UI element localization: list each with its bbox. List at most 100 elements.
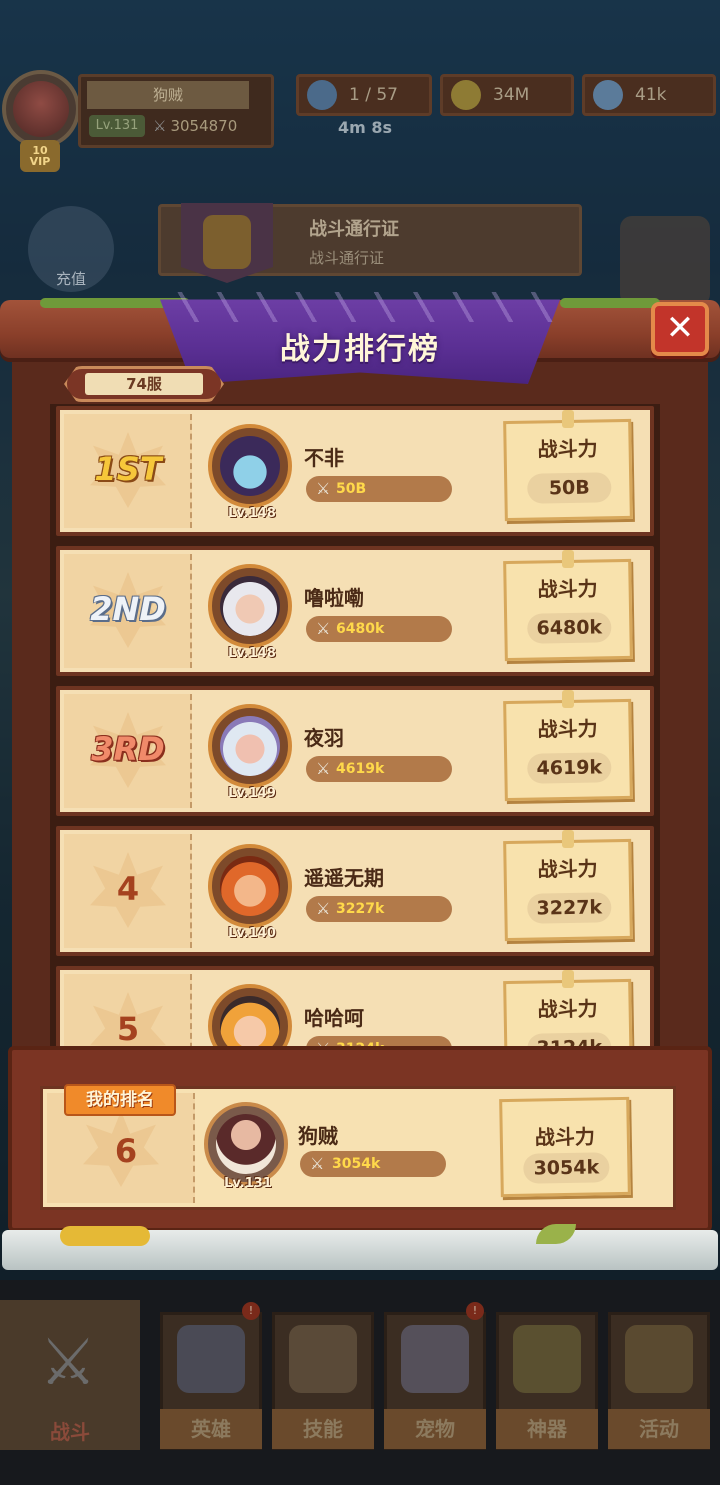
- power-pill-value: 4619k: [336, 761, 385, 777]
- power-card-value: 4619k: [527, 752, 612, 784]
- power-card: 战斗力 3227k: [503, 838, 633, 942]
- ranking-row[interactable]: 2ND Lv.148 噜啦嘞 ⚔ 6480k 战斗力 6480k: [56, 546, 654, 676]
- spellbook-icon: [289, 1325, 357, 1393]
- power-pill: ⚔ 4619k: [306, 756, 452, 782]
- sword-icon: ⚔: [316, 619, 331, 638]
- power-card-value: 3227k: [527, 892, 612, 924]
- hero-avatar[interactable]: [208, 984, 292, 1050]
- nav-artifacts[interactable]: 神器: [496, 1312, 598, 1450]
- player-plate: 狗贼 Lv.131 ⚔ 3054870: [78, 74, 274, 148]
- nav-pets-label: 宠物: [384, 1409, 486, 1449]
- my-level: Lv.131: [224, 1176, 272, 1191]
- nav-events-label: 活动: [608, 1409, 710, 1449]
- leaderboard-title: 战力排行榜: [280, 332, 440, 367]
- player-name: 夜羽: [304, 726, 344, 750]
- horn-icon: [625, 1325, 693, 1393]
- power-card-label: 战斗力: [537, 576, 598, 602]
- my-power-card: 战斗力 3054k: [499, 1096, 631, 1198]
- nav-pets[interactable]: 宠物: [384, 1312, 486, 1450]
- my-rank-tag: 我的排名: [64, 1084, 176, 1116]
- top-hud: 10 VIP 狗贼 Lv.131 ⚔ 3054870 1 / 57 34M 41k…: [0, 0, 720, 306]
- pin-icon: [562, 970, 574, 988]
- close-button[interactable]: ✕: [651, 302, 709, 356]
- notification-dot: !: [242, 1302, 260, 1320]
- nav-events[interactable]: 活动: [608, 1312, 710, 1450]
- coins-decoration: [60, 1226, 150, 1246]
- ranking-row[interactable]: 4 Lv.140 遥遥无期 ⚔ 3227k 战斗力 3227k: [56, 826, 654, 956]
- sword-icon: ⚔: [316, 899, 331, 918]
- banner-pattern: [160, 292, 560, 322]
- player-name: 遥遥无期: [304, 866, 384, 890]
- pin-icon: [562, 410, 574, 428]
- power-pill-value: 50B: [336, 481, 367, 497]
- battle-pass-banner[interactable]: 战斗通行证 战斗通行证: [158, 203, 582, 283]
- power-card: 战斗力 3124k: [503, 978, 633, 1050]
- battle-pass-title: 战斗通行证: [309, 219, 399, 240]
- ranking-row[interactable]: 3RD Lv.149 夜羽 ⚔ 4619k 战斗力 4619k: [56, 686, 654, 816]
- gem-value: 41k: [635, 85, 667, 105]
- rank-label: 2ND: [90, 590, 166, 628]
- nav-battle[interactable]: ⚔ 战斗: [0, 1300, 140, 1450]
- my-rank-number: 6: [114, 1132, 138, 1170]
- power-card: 战斗力 50B: [503, 418, 633, 522]
- rank-label: 1ST: [94, 450, 162, 488]
- power-card: 战斗力 4619k: [503, 698, 633, 802]
- power-card-value: 6480k: [527, 612, 612, 644]
- ranking-row[interactable]: 1ST Lv.148 不非 ⚔ 50B 战斗力 50B: [56, 406, 654, 536]
- power-pill-value: 6480k: [336, 621, 385, 637]
- sword-icon: ⚔: [310, 1154, 325, 1173]
- server-tag[interactable]: 74服: [64, 366, 224, 402]
- power-pill: ⚔ 6480k: [306, 616, 452, 642]
- power-card-label: 战斗力: [534, 1124, 596, 1150]
- hero-avatar[interactable]: [208, 704, 292, 788]
- sword-icon: ⚔: [153, 117, 167, 135]
- nav-battle-label: 战斗: [50, 1420, 90, 1444]
- player-level: Lv.148: [228, 646, 276, 661]
- player-level: Lv.149: [228, 786, 276, 801]
- power-card-label: 战斗力: [537, 436, 598, 462]
- vip-badge[interactable]: 10 VIP: [20, 140, 60, 172]
- rank-label: 3RD: [91, 730, 165, 768]
- power-pill: ⚔ 50B: [306, 476, 452, 502]
- ranking-row[interactable]: 5 哈哈呵 ⚔3124k 战斗力 3124k: [56, 966, 654, 1050]
- artifact-icon: [513, 1325, 581, 1393]
- player-avatar[interactable]: [2, 70, 80, 148]
- ranking-list[interactable]: 1ST Lv.148 不非 ⚔ 50B 战斗力 50B 2ND Lv.148 噜啦…: [50, 404, 660, 1050]
- rank-label: 4: [116, 870, 140, 908]
- nav-artifacts-label: 神器: [496, 1409, 598, 1449]
- power-card-label: 战斗力: [537, 716, 598, 742]
- nav-heroes[interactable]: 英雄: [160, 1312, 262, 1450]
- power-card-label: 战斗力: [537, 856, 598, 882]
- sword-icon: ⚔: [316, 479, 331, 498]
- player-power-value: 3054870: [170, 117, 238, 135]
- player-name: 狗贼: [87, 81, 249, 109]
- player-level: Lv.148: [228, 506, 276, 521]
- gold-coin-icon: [451, 80, 481, 110]
- recharge-button[interactable]: 充值: [28, 206, 114, 292]
- player-name: 哈哈呵: [304, 1006, 364, 1030]
- my-power-pill: ⚔ 3054k: [300, 1151, 446, 1177]
- shield-icon: [181, 203, 273, 283]
- vip-label: VIP: [29, 155, 51, 168]
- power-pill: ⚔ 3227k: [306, 896, 452, 922]
- scroll-icon[interactable]: [620, 216, 710, 306]
- stars-counter[interactable]: 1 / 57: [296, 74, 432, 116]
- player-power: ⚔ 3054870: [153, 115, 237, 137]
- pin-icon: [562, 690, 574, 708]
- power-pill-value: 3227k: [336, 901, 385, 917]
- gem-counter[interactable]: 41k: [582, 74, 716, 116]
- nav-skills[interactable]: 技能: [272, 1312, 374, 1450]
- notification-dot: !: [466, 1302, 484, 1320]
- rank-label: 5: [116, 1010, 140, 1048]
- player-name: 不非: [304, 446, 344, 470]
- power-card-value: 50B: [527, 472, 612, 504]
- player-level: Lv.140: [228, 926, 276, 941]
- wings-icon: [401, 1325, 469, 1393]
- hero-avatar[interactable]: [208, 844, 292, 928]
- gold-counter[interactable]: 34M: [440, 74, 574, 116]
- hero-avatar[interactable]: [208, 424, 292, 508]
- my-avatar[interactable]: [204, 1102, 288, 1186]
- hero-avatar[interactable]: [208, 564, 292, 648]
- gold-value: 34M: [493, 85, 530, 105]
- crossed-swords-icon: ⚔: [39, 1326, 97, 1400]
